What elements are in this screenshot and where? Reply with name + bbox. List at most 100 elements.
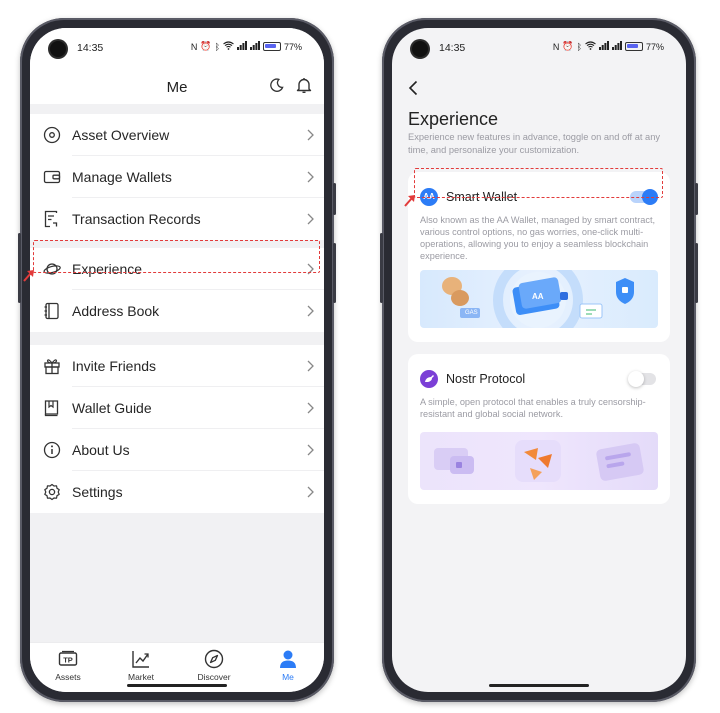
nfc-icon: N (552, 41, 560, 52)
menu-item-label: Wallet Guide (72, 400, 152, 416)
bluetooth-icon: ᛒ (576, 41, 582, 52)
side-button (380, 233, 383, 303)
gear-icon (44, 483, 60, 501)
tab-market[interactable]: Market (111, 649, 171, 682)
status-time: 14:35 (77, 42, 104, 54)
pointer-arrow-icon (23, 270, 34, 282)
status-bar: 14:35 N ⏰ ᛒ 77% (392, 28, 686, 66)
bluetooth-icon: ᛒ (214, 41, 220, 52)
menu-item-label: Transaction Records (72, 211, 201, 227)
wifi-icon (585, 41, 596, 52)
book-icon (44, 302, 59, 320)
chart-icon (132, 651, 149, 668)
menu-item-wallet-guide[interactable]: Wallet Guide (30, 387, 324, 429)
wifi-icon (223, 41, 234, 52)
chevron-right-icon (307, 360, 314, 372)
signal-icon (249, 41, 260, 52)
toggle-knob (628, 371, 644, 387)
phone-frame-left: 14:35 N ⏰ ᛒ 77% Me Asset Overview Manage… (18, 18, 336, 702)
nostr-banner (420, 432, 658, 490)
menu-group: Asset Overview Manage Wallets Transactio… (30, 114, 324, 240)
chevron-right-icon (307, 486, 314, 498)
menu-item-label: Settings (72, 484, 123, 500)
nostr-toggle[interactable] (628, 371, 656, 387)
feature-card-nostr: Nostr Protocol A simple, open protocol t… (408, 354, 670, 504)
feature-title: Nostr Protocol (446, 372, 526, 386)
menu-item-label: Address Book (72, 303, 160, 319)
highlight-box (33, 240, 320, 273)
battery-icon (624, 42, 643, 51)
menu-item-invite-friends[interactable]: Invite Friends (30, 345, 324, 387)
gift-icon (44, 359, 60, 375)
page-title: Experience (408, 109, 499, 129)
tab-label: Me (282, 672, 294, 682)
camera-icon (50, 41, 66, 57)
pointer-arrow-icon (404, 195, 415, 207)
status-bar: 14:35 N ⏰ ᛒ 77% (30, 28, 324, 66)
feature-description: A simple, open protocol that enables a t… (420, 397, 646, 419)
records-icon (44, 210, 58, 228)
menu-item-manage-wallets[interactable]: Manage Wallets (30, 156, 324, 198)
camera-icon (412, 41, 428, 57)
tp-icon: TP (58, 650, 78, 666)
menu-item-settings[interactable]: Settings (30, 471, 324, 513)
phone-frame-right: 14:35 N ⏰ ᛒ 77% Experience Experience ne… (380, 18, 698, 702)
side-button (333, 243, 336, 303)
guide-icon (44, 400, 59, 417)
nostr-ostrich-icon (420, 370, 438, 388)
menu-item-label: Invite Friends (72, 358, 157, 374)
wallet-icon (43, 170, 61, 184)
chevron-right-icon (307, 171, 314, 183)
tab-label: Market (128, 672, 154, 682)
tab-discover[interactable]: Discover (184, 649, 244, 682)
gas-label: GAS (465, 310, 478, 316)
status-time: 14:35 (439, 42, 466, 54)
target-icon (43, 126, 61, 144)
tab-bar: TP Assets Market Discover Me (30, 642, 324, 692)
home-indicator (489, 684, 589, 687)
side-button (695, 243, 698, 303)
chevron-right-icon (307, 213, 314, 225)
chevron-right-icon (307, 444, 314, 456)
chevron-right-icon (307, 402, 314, 414)
side-button (333, 183, 336, 215)
chevron-right-icon (307, 129, 314, 141)
side-button (695, 183, 698, 215)
tab-label: Assets (55, 672, 81, 682)
alarm-icon: ⏰ (562, 41, 574, 51)
menu-item-label: Asset Overview (72, 127, 170, 143)
info-icon (43, 441, 61, 459)
compass-icon (204, 649, 224, 669)
tab-me[interactable]: Me (258, 649, 318, 682)
back-icon[interactable] (408, 80, 418, 96)
home-indicator (127, 684, 227, 687)
tab-assets[interactable]: TP Assets (38, 649, 98, 682)
alarm-icon: ⏰ (200, 41, 212, 51)
aa-label: AA (532, 292, 544, 301)
tab-label: Discover (197, 672, 231, 682)
nostr-illustration-icon (434, 440, 644, 482)
screen-me: 14:35 N ⏰ ᛒ 77% Me Asset Overview Manage… (30, 28, 324, 692)
bell-icon[interactable] (296, 77, 312, 94)
highlight-box (414, 168, 663, 198)
battery-percent: 77% (645, 41, 664, 52)
chevron-right-icon (307, 305, 314, 317)
signal-icon (611, 41, 622, 52)
signal-icon (598, 41, 609, 52)
menu-item-label: Manage Wallets (72, 169, 172, 185)
battery-icon (262, 42, 281, 51)
status-icons: N ⏰ ᛒ 77% (553, 41, 664, 52)
menu-item-about-us[interactable]: About Us (30, 429, 324, 471)
menu-item-address-book[interactable]: Address Book (30, 290, 324, 332)
feature-description: Also known as the AA Wallet, managed by … (420, 215, 656, 261)
menu-item-transaction-records[interactable]: Transaction Records (30, 198, 324, 240)
menu-item-asset-overview[interactable]: Asset Overview (30, 114, 324, 156)
status-icons: N ⏰ ᛒ 77% (191, 41, 302, 52)
signal-icon (236, 41, 247, 52)
svg-text:TP: TP (63, 656, 73, 665)
moon-icon[interactable] (269, 78, 284, 93)
smart-wallet-banner: GAS AA (420, 270, 658, 328)
page-description: Experience new features in advance, togg… (408, 132, 661, 155)
header: Me (30, 66, 324, 104)
screen-experience: 14:35 N ⏰ ᛒ 77% Experience Experience ne… (392, 28, 686, 692)
